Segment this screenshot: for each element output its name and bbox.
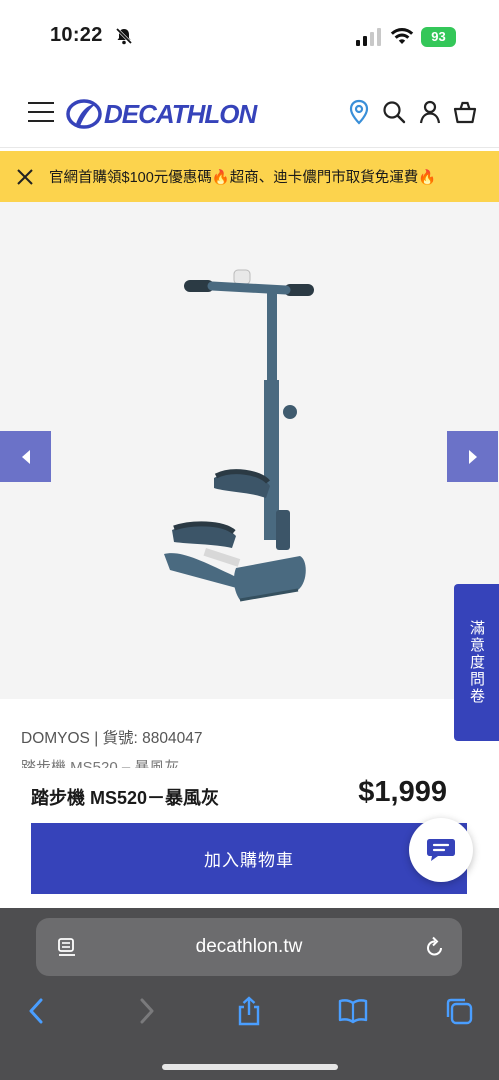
status-bar: 10:22 93	[0, 0, 499, 72]
product-price: $1,999	[358, 776, 447, 808]
forward-icon	[140, 998, 154, 1024]
share-icon[interactable]	[234, 996, 264, 1026]
screen: 10:22 93 DECATHLON 官網首購領$100元優惠碼🔥超商、迪卡儂門…	[0, 0, 499, 1080]
product-title-clipped: 踏步機 MS520 – 暴風灰	[21, 759, 180, 768]
close-icon[interactable]	[15, 167, 35, 187]
account-icon[interactable]	[417, 98, 443, 126]
stepper-product-image	[164, 269, 314, 602]
url-text: decathlon.tw	[195, 936, 303, 957]
logo-mark-icon	[66, 99, 102, 129]
product-gallery	[0, 202, 499, 699]
back-icon[interactable]	[22, 996, 52, 1026]
menu-icon[interactable]	[28, 102, 54, 124]
promo-banner: 官網首購領$100元優惠碼🔥超商、迪卡儂門市取貨免運費🔥	[0, 151, 499, 202]
product-name: 踏步機 MS520－暴風灰	[31, 788, 220, 808]
silent-bell-icon	[115, 27, 133, 45]
reload-icon[interactable]	[424, 935, 446, 959]
browser-toolbar: decathlon.tw	[0, 908, 499, 1080]
battery-indicator: 93	[421, 27, 456, 47]
product-meta: DOMYOS | 貨號: 8804047	[21, 730, 203, 747]
gallery-prev-button[interactable]	[0, 431, 51, 482]
cell-signal-icon	[356, 28, 381, 46]
status-time: 10:22	[50, 24, 103, 46]
bookmarks-icon[interactable]	[338, 996, 368, 1026]
store-location-icon[interactable]	[346, 98, 372, 126]
survey-tab[interactable]: 滿意度問卷	[454, 584, 499, 741]
wifi-icon	[390, 28, 414, 44]
add-to-cart-button[interactable]: 加入購物車	[31, 823, 467, 894]
address-bar[interactable]: decathlon.tw	[36, 918, 462, 976]
chat-button[interactable]	[409, 818, 473, 882]
chevron-right-icon	[468, 449, 477, 464]
cart-icon[interactable]	[452, 98, 478, 126]
chat-bubble-icon	[427, 839, 455, 861]
search-icon[interactable]	[381, 98, 407, 126]
sticky-purchase-bar: 踏步機 MS520－暴風灰 $1,999 加入購物車	[0, 768, 499, 908]
chevron-left-icon	[21, 449, 30, 464]
brand-wordmark: DECATHLON	[104, 98, 257, 129]
decathlon-logo[interactable]: DECATHLON	[66, 96, 266, 132]
site-header: DECATHLON	[0, 80, 499, 148]
home-indicator	[162, 1064, 338, 1070]
promo-text[interactable]: 官網首購領$100元優惠碼🔥超商、迪卡儂門市取貨免運費🔥	[49, 166, 436, 187]
gallery-next-button[interactable]	[447, 431, 498, 482]
tabs-icon[interactable]	[444, 996, 474, 1026]
